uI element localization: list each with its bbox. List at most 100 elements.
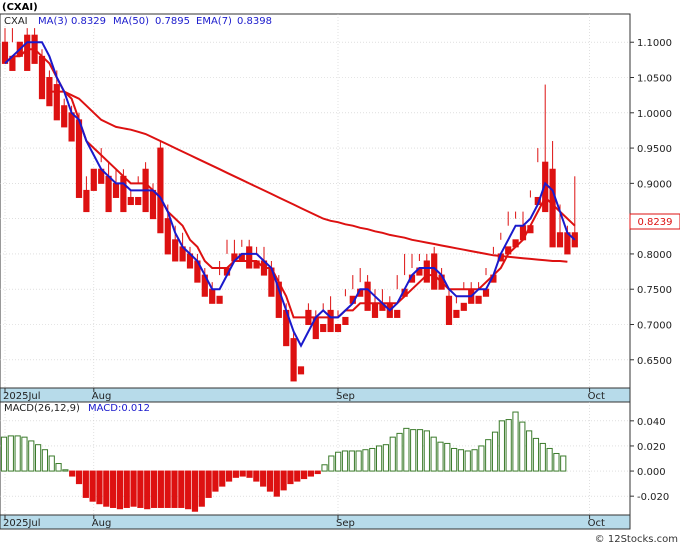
candle-body [157, 147, 164, 234]
macd-bar [55, 463, 62, 472]
candle-body [216, 295, 223, 304]
macd-bar [294, 470, 301, 482]
candle-body [564, 232, 571, 255]
macd-bar [75, 470, 83, 485]
price-y-tick-label: 1.1000 [637, 38, 672, 49]
candle-body [431, 253, 438, 290]
legend-symbol: CXAI [4, 16, 28, 27]
macd-bar [246, 470, 253, 478]
candle-body [334, 323, 342, 333]
macd-bar [485, 439, 492, 472]
candle-body [149, 189, 157, 220]
macd-bar [110, 470, 117, 508]
macd-bar [239, 470, 246, 477]
candle-body [105, 175, 112, 213]
macd-legend-value: MACD:0.012 [88, 403, 150, 414]
stock-chart: 1.10001.05001.00000.95000.90000.85000.80… [0, 2, 680, 545]
price-x-tick-label: 2025Jul [3, 391, 41, 402]
macd-bar [300, 470, 308, 480]
macd-bar [191, 470, 199, 512]
macd-bar [123, 470, 130, 508]
macd-bar [130, 470, 137, 507]
legend-ma50-value: 0.7895 [155, 16, 190, 27]
price-y-tick-label: 0.7500 [637, 285, 672, 296]
macd-bar [396, 432, 403, 472]
price-y-tick-label: 0.7000 [637, 320, 672, 331]
macd-x-tick-label: Oct [588, 518, 605, 529]
candle-body [120, 175, 127, 213]
macd-bar [219, 470, 226, 487]
macd-y-tick-label: 0.020 [637, 442, 666, 453]
macd-bar [287, 470, 294, 485]
macd-bar [82, 470, 89, 498]
price-x-tick-label: Oct [588, 391, 605, 402]
macd-bar [464, 450, 471, 472]
macd-bar [389, 436, 396, 472]
macd-bar [157, 470, 164, 508]
macd-bar [150, 470, 158, 508]
macd-x-tick-label: Aug [92, 518, 112, 529]
candle-body [46, 77, 53, 107]
macd-bar [260, 470, 267, 487]
legend-ma50-label: MA(50) [113, 16, 149, 27]
candle-body [290, 338, 297, 382]
macd-bar [185, 470, 192, 510]
macd-bar [0, 436, 8, 472]
candle-body [209, 288, 216, 304]
price-y-tick-label: 0.9000 [637, 179, 672, 190]
candle-body [549, 168, 556, 248]
macd-bar [369, 447, 376, 472]
macd-bar [103, 470, 110, 507]
candle-body [423, 260, 430, 283]
candle-body [53, 84, 60, 121]
price-y-tick-label: 0.6500 [637, 356, 672, 367]
macd-bar [546, 447, 553, 472]
candle [290, 331, 297, 382]
chart-title: (CXAI) [2, 2, 38, 13]
macd-bar [41, 449, 49, 472]
candle-body [61, 105, 68, 128]
candle-body [297, 366, 305, 375]
candle-body [394, 309, 401, 318]
candle-body [90, 168, 97, 191]
macd-y-tick-label: 0.040 [637, 417, 666, 428]
macd-bar [403, 427, 410, 472]
macd-bar [266, 470, 274, 492]
macd-bar [382, 444, 390, 472]
macd-bar [376, 445, 383, 472]
price-y-axis: 1.10001.05001.00000.95000.90000.85000.80… [630, 38, 672, 367]
macd-bar [410, 429, 417, 472]
candle-body [364, 281, 371, 311]
candle-body [571, 232, 578, 248]
macd-bar [341, 450, 349, 472]
macd-bar [48, 455, 55, 472]
macd-bar [164, 470, 171, 508]
candle-body [112, 182, 120, 198]
macd-x-tick-label: Sep [336, 518, 355, 529]
candle-body [460, 302, 467, 311]
macd-bar [348, 450, 355, 472]
legend-ema7-value: 0.8398 [237, 16, 272, 27]
footer-credit: © 12Stocks.com [595, 534, 678, 545]
legend-ema7-label: EMA(7) [196, 16, 232, 27]
macd-bar [321, 464, 328, 472]
price-x-tick-label: Aug [92, 391, 112, 402]
macd-bar [560, 455, 567, 472]
macd-bar [14, 435, 21, 472]
macd-bar [498, 420, 505, 472]
macd-bar [519, 421, 526, 472]
candle-body [38, 55, 46, 100]
macd-bar [280, 470, 287, 491]
macd-bar [451, 447, 458, 472]
macd-bar [225, 470, 233, 482]
candle-body [164, 218, 171, 255]
candle-body [371, 302, 379, 318]
candle-body [475, 295, 482, 304]
candle-body [453, 309, 460, 318]
candle-body [135, 196, 142, 206]
candle-body [127, 196, 134, 206]
candle [142, 162, 149, 213]
macd-y-axis: 0.040 0.020 0.000 -0.020 [630, 417, 669, 503]
macd-bar [491, 431, 499, 472]
macd-bar [416, 429, 424, 472]
